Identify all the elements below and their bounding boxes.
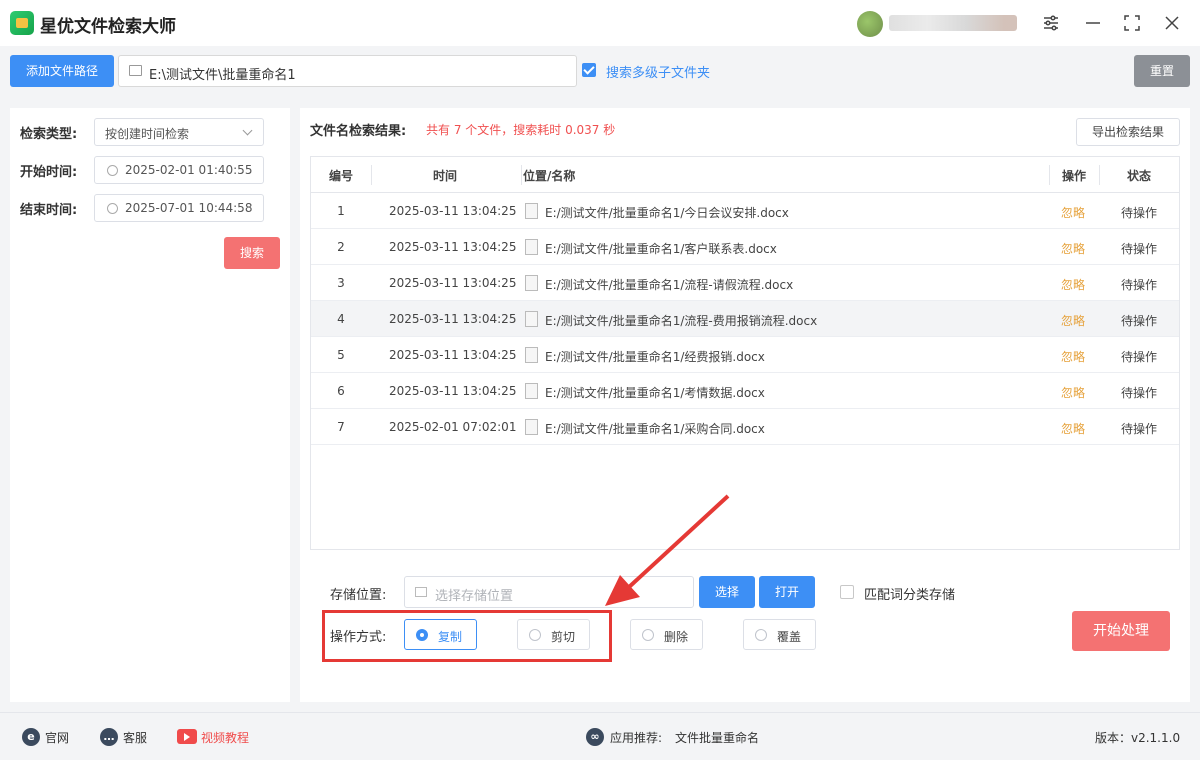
chat-icon[interactable]: … [100,728,118,746]
recommend-label: 应用推荐: [610,731,663,745]
website-link[interactable]: 官网 [45,729,69,746]
footer: e 官网 … 客服 视频教程 ∞ 应用推荐: 文件批量重命名 版本：v2.1.1… [0,712,1200,760]
support-link[interactable]: 客服 [123,729,147,746]
recommend-app-link[interactable]: 文件批量重命名 [675,729,759,746]
link-icon: ∞ [586,728,604,746]
website-icon[interactable]: e [22,728,40,746]
annotation-arrow [605,494,730,606]
video-icon[interactable] [177,729,197,744]
video-tutorial-link[interactable]: 视频教程 [201,729,249,746]
version-text: 版本：v2.1.1.0 [1095,731,1181,745]
